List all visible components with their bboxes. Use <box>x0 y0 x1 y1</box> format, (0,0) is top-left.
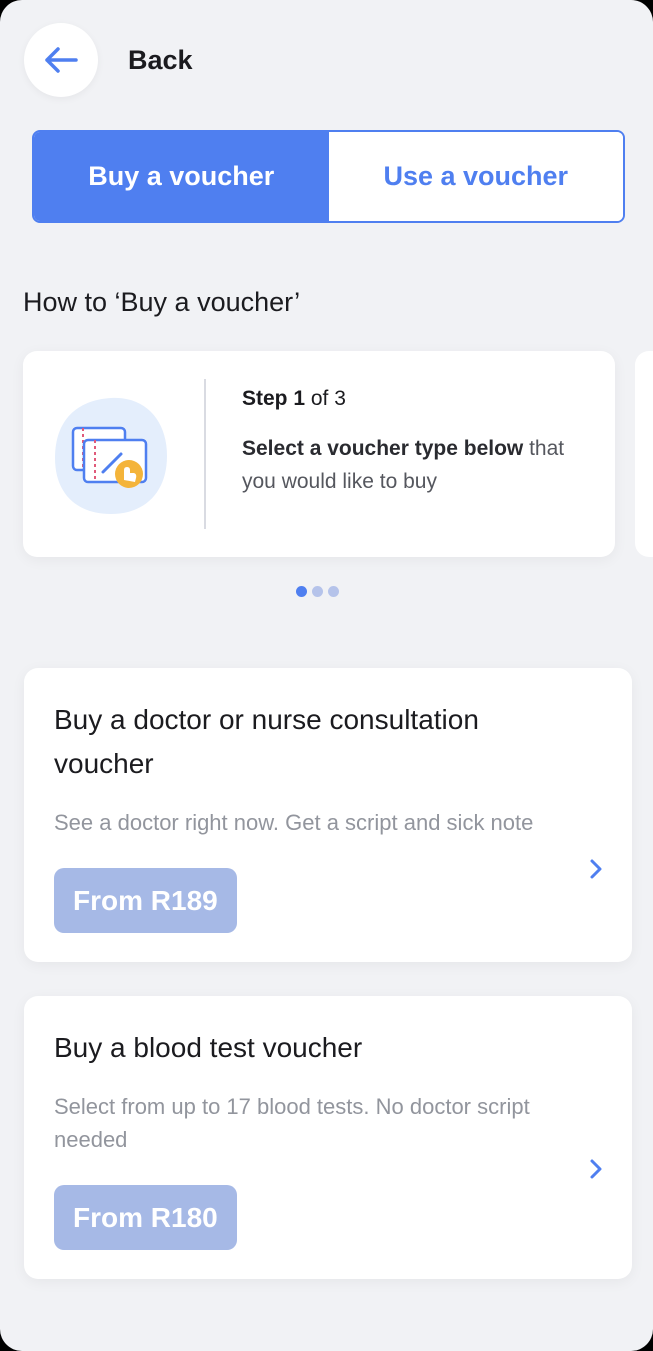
step-counter: Step 1 of 3 <box>242 386 346 412</box>
back-button[interactable] <box>24 23 98 97</box>
chevron-right-icon[interactable] <box>584 1157 608 1181</box>
step-total: of 3 <box>305 387 346 410</box>
back-label[interactable]: Back <box>128 44 193 76</box>
app-screen: Back Buy a voucher Use a voucher How to … <box>0 0 653 1351</box>
how-to-title: How to ‘Buy a voucher’ <box>23 287 301 317</box>
step-instruction: Select a voucher type below that you wou… <box>242 432 592 498</box>
offer-description: Select from up to 17 blood tests. No doc… <box>54 1094 530 1152</box>
carousel-dot[interactable] <box>312 586 323 597</box>
carousel-dot[interactable] <box>328 586 339 597</box>
step-instruction-bold: Select a voucher type below <box>242 437 524 460</box>
voucher-mode-toggle: Buy a voucher Use a voucher <box>32 130 625 223</box>
tab-use-voucher[interactable]: Use a voucher <box>328 132 623 221</box>
offer-description: See a doctor right now. Get a script and… <box>54 810 534 835</box>
offer-title: Buy a blood test voucher <box>54 1032 363 1063</box>
blood-test-voucher-card[interactable]: Buy a blood test voucher Select from up … <box>24 996 632 1279</box>
chevron-right-icon[interactable] <box>584 857 608 881</box>
step-number: Step 1 <box>242 387 306 410</box>
voucher-select-illustration <box>55 397 167 514</box>
consultation-voucher-card[interactable]: Buy a doctor or nurse consultation vouch… <box>24 668 632 962</box>
carousel-dot[interactable] <box>296 586 307 597</box>
price-badge: From R189 <box>54 868 237 933</box>
tab-buy-voucher[interactable]: Buy a voucher <box>34 132 329 221</box>
price-badge: From R180 <box>54 1185 237 1250</box>
step-divider <box>204 379 206 529</box>
arrow-left-icon <box>45 47 78 73</box>
next-step-card[interactable] <box>635 351 653 557</box>
offer-title: Buy a doctor or nurse consultation vouch… <box>54 704 479 779</box>
step-card[interactable]: Step 1 of 3 Select a voucher type below … <box>23 351 615 557</box>
carousel-indicator <box>296 586 339 597</box>
